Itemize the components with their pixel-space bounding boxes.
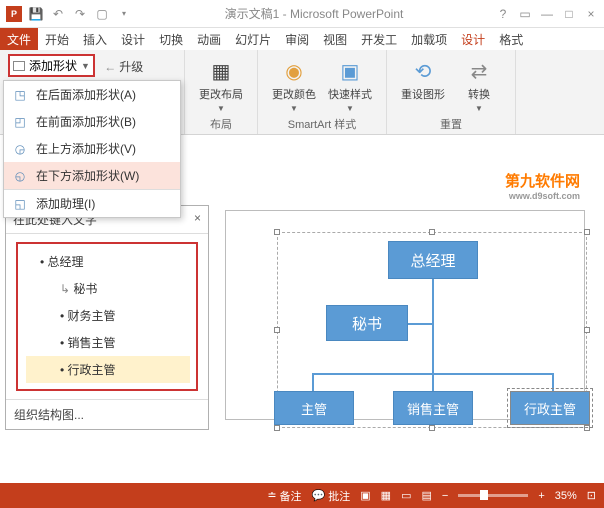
- org-node-c1[interactable]: 主管: [274, 391, 354, 425]
- quick-style-button[interactable]: ▣ 快速样式 ▼: [322, 54, 378, 113]
- redo-icon[interactable]: ↷: [72, 6, 88, 22]
- color-icon: ◉: [278, 56, 310, 86]
- tab-developer[interactable]: 开发工: [354, 28, 404, 51]
- group-label-smartart: SmartArt 样式: [266, 116, 378, 132]
- zoom-out-icon[interactable]: −: [442, 490, 448, 502]
- ribbon-options-icon[interactable]: ▭: [518, 7, 532, 21]
- start-icon[interactable]: ▢: [94, 6, 110, 22]
- outline-node-c1[interactable]: 财务主管: [26, 302, 190, 329]
- menu-add-below[interactable]: ◵在下方添加形状(W): [4, 162, 180, 189]
- save-icon[interactable]: 💾: [28, 6, 44, 22]
- app-icon: P: [6, 6, 22, 22]
- qat-more-icon[interactable]: ▾: [116, 6, 132, 22]
- tab-transition[interactable]: 切换: [152, 28, 190, 51]
- tab-addins[interactable]: 加载项: [404, 28, 454, 51]
- notes-button[interactable]: ≐ 备注: [267, 488, 301, 504]
- add-before-icon: ◰: [12, 114, 28, 130]
- chevron-down-icon: ▼: [81, 61, 90, 71]
- tab-home[interactable]: 开始: [38, 28, 76, 51]
- add-shape-dropdown: ◳在后面添加形状(A) ◰在前面添加形状(B) ◶在上方添加形状(V) ◵在下方…: [3, 80, 181, 218]
- shape-swatch-icon: [13, 61, 25, 71]
- text-pane-close-icon[interactable]: ×: [194, 211, 201, 228]
- tab-file[interactable]: 文件: [0, 28, 38, 51]
- text-pane-footer[interactable]: 组织结构图...: [6, 399, 208, 429]
- org-node-assistant[interactable]: 秘书: [326, 305, 408, 341]
- add-above-icon: ◶: [12, 141, 28, 157]
- zoom-slider[interactable]: [458, 494, 528, 497]
- tab-slideshow[interactable]: 幻灯片: [228, 28, 278, 51]
- text-pane: 在此处键入文字 × 总经理 秘书 财务主管 销售主管 行政主管 组织结构图...: [5, 205, 209, 430]
- tab-animation[interactable]: 动画: [190, 28, 228, 51]
- change-color-button[interactable]: ◉ 更改颜色 ▼: [266, 54, 322, 113]
- slide-canvas: 第九软件网 www.d9soft.com 总经理 秘书 主管 销售主管 行政主管: [165, 160, 600, 480]
- upgrade-button[interactable]: 升级: [104, 58, 143, 75]
- fit-icon[interactable]: ⊡: [587, 489, 596, 502]
- tab-format[interactable]: 格式: [492, 28, 530, 51]
- reset-icon: ⟲: [407, 56, 439, 86]
- tab-smartart-design[interactable]: 设计: [454, 28, 492, 51]
- view-reading-icon[interactable]: ▭: [401, 489, 411, 502]
- main-tabs: 文件 开始 插入 设计 切换 动画 幻灯片 审阅 视图 开发工 加载项 设计 格…: [0, 28, 604, 50]
- group-label-reset: 重置: [395, 116, 507, 132]
- close-icon[interactable]: ×: [584, 7, 598, 21]
- reset-button[interactable]: ⟲ 重设图形: [395, 54, 451, 113]
- assistant-icon: ◱: [12, 196, 28, 212]
- watermark: 第九软件网 www.d9soft.com: [505, 170, 580, 201]
- tab-view[interactable]: 视图: [316, 28, 354, 51]
- menu-add-after[interactable]: ◳在后面添加形状(A): [4, 81, 180, 108]
- style-icon: ▣: [334, 56, 366, 86]
- add-after-icon: ◳: [12, 87, 28, 103]
- highlight-box: 总经理 秘书 财务主管 销售主管 行政主管: [16, 242, 198, 391]
- undo-icon[interactable]: ↶: [50, 6, 66, 22]
- add-shape-label: 添加形状: [29, 57, 77, 74]
- menu-add-above[interactable]: ◶在上方添加形状(V): [4, 135, 180, 162]
- group-label-layout: 布局: [193, 116, 249, 132]
- maximize-icon[interactable]: □: [562, 7, 576, 21]
- window-title: 演示文稿1 - Microsoft PowerPoint: [132, 5, 496, 22]
- zoom-level[interactable]: 35%: [555, 490, 577, 502]
- minimize-icon[interactable]: —: [540, 7, 554, 21]
- convert-button[interactable]: ⇄ 转换 ▼: [451, 54, 507, 113]
- smartart-selection[interactable]: 总经理 秘书 主管 销售主管 行政主管: [277, 232, 587, 428]
- help-icon[interactable]: ?: [496, 7, 510, 21]
- outline-node-c2[interactable]: 销售主管: [26, 329, 190, 356]
- add-below-icon: ◵: [12, 168, 28, 184]
- org-node-c2[interactable]: 销售主管: [393, 391, 473, 425]
- view-sorter-icon[interactable]: ▦: [381, 489, 391, 502]
- add-shape-button[interactable]: 添加形状 ▼: [8, 54, 95, 77]
- layout-icon: ▦: [205, 56, 237, 86]
- tab-review[interactable]: 审阅: [278, 28, 316, 51]
- comments-button[interactable]: 💬 批注: [312, 488, 351, 504]
- tab-insert[interactable]: 插入: [76, 28, 114, 51]
- tab-design[interactable]: 设计: [114, 28, 152, 51]
- outline-node-root[interactable]: 总经理: [26, 248, 190, 275]
- change-layout-button[interactable]: ▦ 更改布局 ▼: [193, 54, 249, 113]
- status-bar: ≐ 备注 💬 批注 ▣ ▦ ▭ ▤ − + 35% ⊡: [0, 483, 604, 508]
- convert-icon: ⇄: [463, 56, 495, 86]
- org-node-c3[interactable]: 行政主管: [510, 391, 590, 425]
- zoom-in-icon[interactable]: +: [538, 490, 544, 502]
- outline-node-c3[interactable]: 行政主管: [26, 356, 190, 383]
- menu-add-before[interactable]: ◰在前面添加形状(B): [4, 108, 180, 135]
- outline-node-assistant[interactable]: 秘书: [26, 275, 190, 302]
- org-node-root[interactable]: 总经理: [388, 241, 478, 279]
- view-slideshow-icon[interactable]: ▤: [421, 489, 431, 502]
- view-normal-icon[interactable]: ▣: [360, 489, 370, 502]
- menu-add-assistant[interactable]: ◱添加助理(I): [4, 189, 180, 217]
